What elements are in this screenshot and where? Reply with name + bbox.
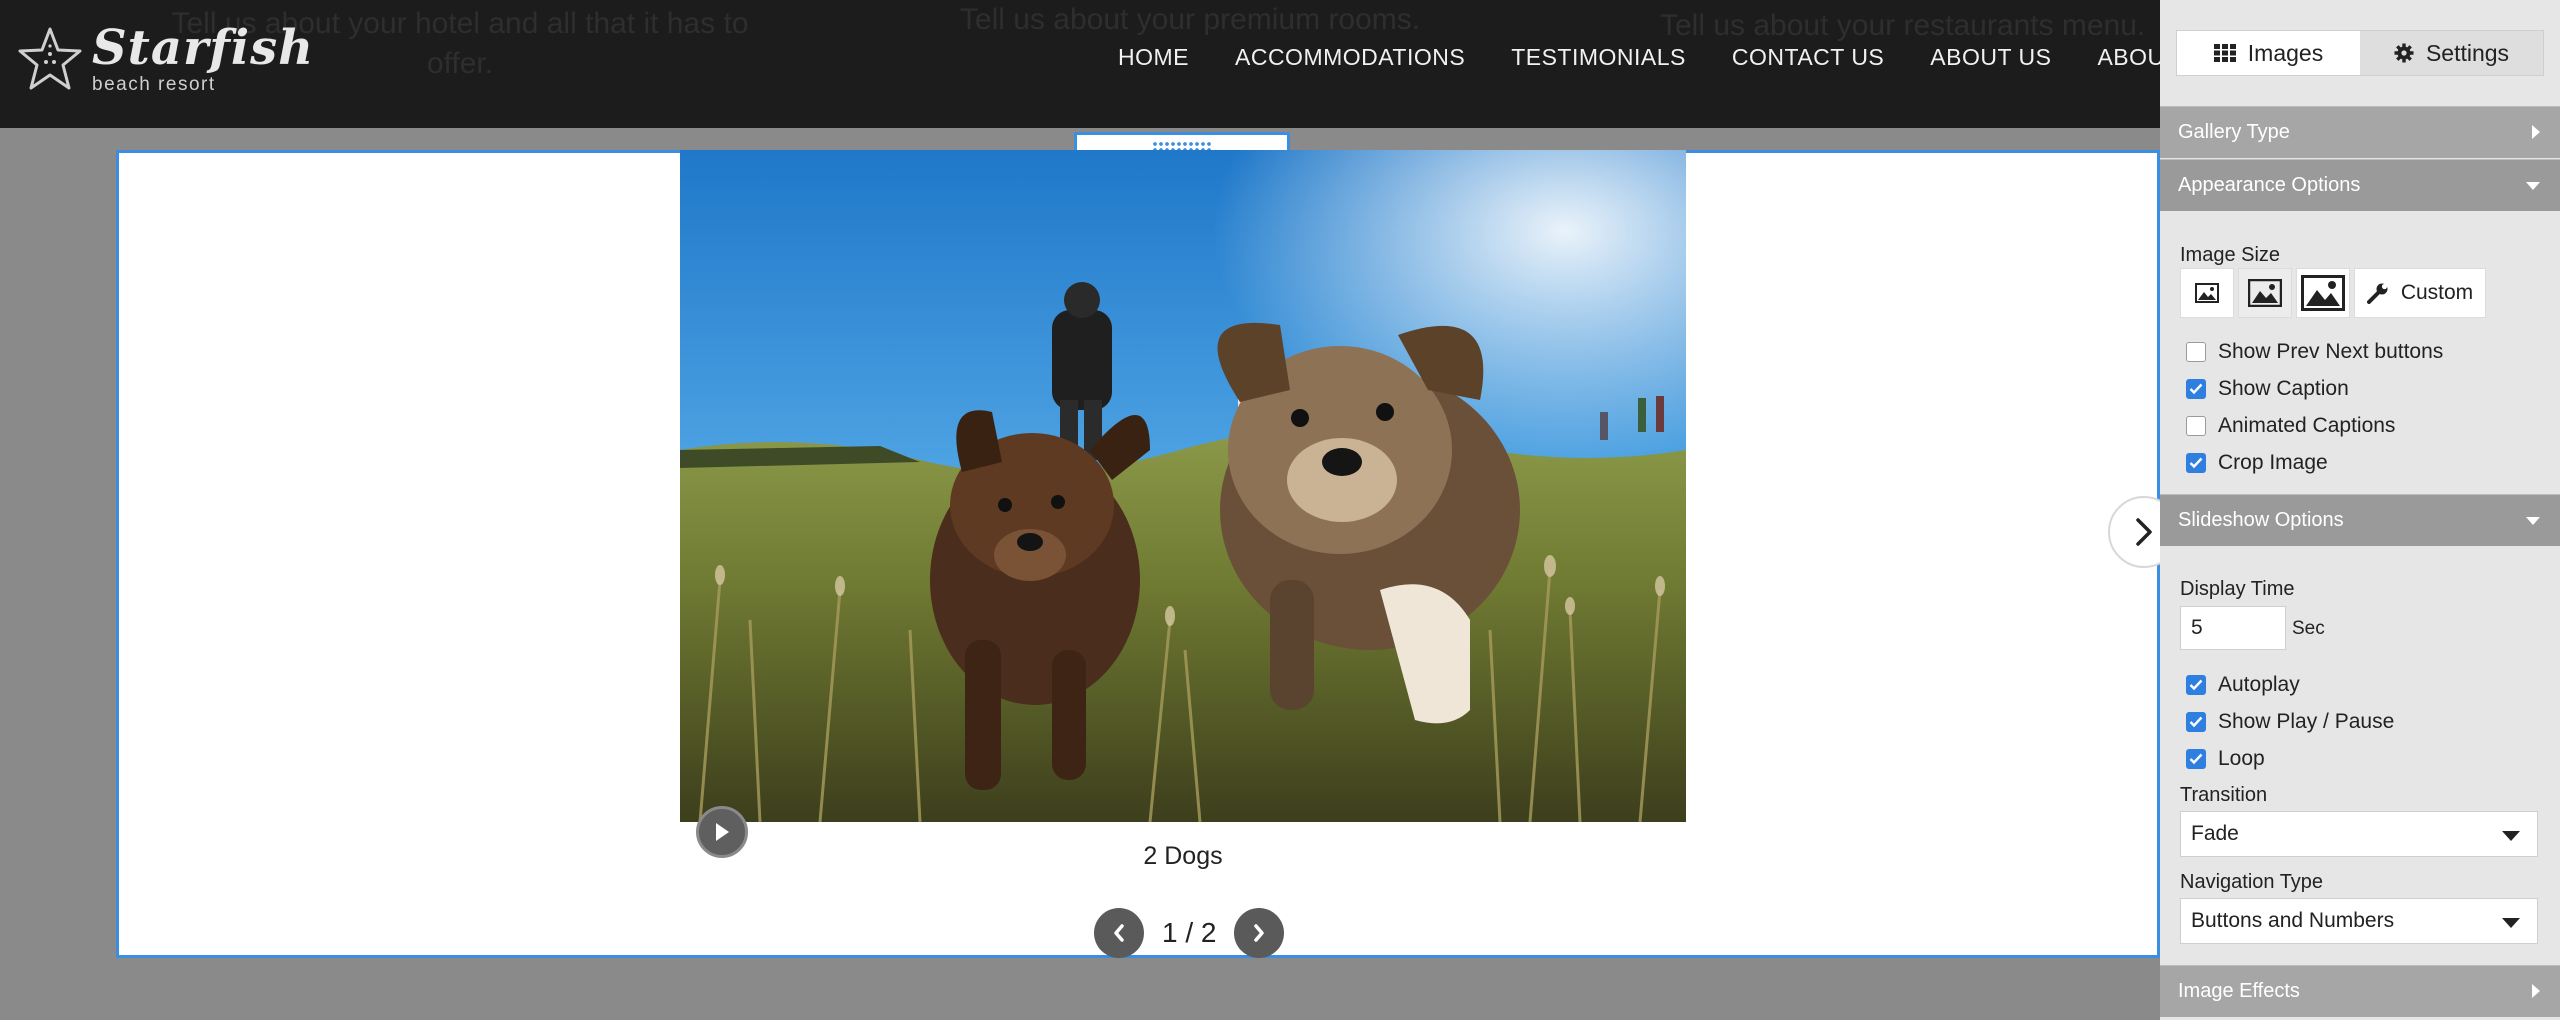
image-size-selector: Custom	[2180, 268, 2486, 318]
display-time-unit: Sec	[2292, 618, 2325, 639]
option-animated-captions-label: Animated Captions	[2218, 414, 2396, 437]
image-size-large-button[interactable]	[2296, 268, 2350, 318]
checkmark-icon	[2189, 679, 2203, 691]
nav-about-us-2[interactable]: ABOUT US	[2097, 44, 2160, 71]
option-animated-captions[interactable]: Animated Captions	[2186, 414, 2395, 438]
tab-settings[interactable]: Settings	[2360, 31, 2543, 75]
image-small-icon	[2195, 283, 2219, 303]
nav-home[interactable]: HOME	[1118, 44, 1189, 71]
nav-contact-us[interactable]: CONTACT US	[1732, 44, 1884, 71]
dropdown-arrow-icon	[2502, 918, 2520, 928]
option-show-play-pause-label: Show Play / Pause	[2218, 710, 2395, 733]
checkbox-checked[interactable]	[2186, 379, 2206, 399]
option-show-caption-label: Show Caption	[2218, 377, 2349, 400]
option-loop[interactable]: Loop	[2186, 747, 2265, 771]
navigation-type-value: Buttons and Numbers	[2191, 909, 2395, 932]
logo-tagline: beach resort	[92, 74, 216, 95]
checkbox-checked[interactable]	[2186, 675, 2206, 695]
checkmark-icon	[2189, 753, 2203, 765]
tab-images-label: Images	[2247, 39, 2324, 66]
checkmark-icon	[2189, 383, 2203, 395]
page-indicator: 1 / 2	[1162, 917, 1217, 948]
image-medium-icon	[2248, 279, 2282, 307]
gear-icon	[2394, 43, 2414, 63]
tab-settings-label: Settings	[2425, 39, 2510, 66]
image-size-label: Image Size	[2180, 244, 2281, 266]
next-page-button[interactable]	[1234, 908, 1285, 958]
option-crop-image[interactable]: Crop Image	[2186, 451, 2328, 475]
section-gallery-type[interactable]: Gallery Type	[2160, 106, 2560, 158]
option-show-play-pause[interactable]: Show Play / Pause	[2186, 710, 2394, 734]
chevron-right-icon	[1254, 924, 1265, 942]
previous-slide-button[interactable]	[1094, 908, 1144, 958]
display-time-input[interactable]	[2180, 606, 2286, 650]
image-size-custom-label: Custom	[2400, 281, 2474, 304]
gallery-settings-panel: Images Settings Gallery Type Appearance …	[2160, 0, 2560, 1020]
section-image-effects-label: Image Effects	[2178, 980, 2300, 1002]
section-appearance-label: Appearance Options	[2178, 174, 2361, 196]
option-show-caption[interactable]: Show Caption	[2186, 377, 2349, 401]
chevron-left-icon	[1114, 924, 1124, 942]
option-show-prev-next-label: Show Prev Next buttons	[2218, 340, 2444, 363]
image-size-medium-button[interactable]	[2238, 268, 2292, 318]
slide-pager: 1 / 2	[1094, 908, 1285, 958]
option-loop-label: Loop	[2218, 747, 2265, 770]
background-text-rooms: Tell us about your premium rooms.	[959, 3, 1421, 36]
checkbox-checked[interactable]	[2186, 749, 2206, 769]
caret-down-icon	[2526, 517, 2540, 525]
site-logo[interactable]: Starfish beach resort	[18, 20, 313, 100]
play-icon	[716, 823, 729, 841]
section-image-effects[interactable]: Image Effects	[2160, 965, 2560, 1017]
image-large-icon	[2301, 275, 2345, 311]
caret-right-icon	[2532, 984, 2540, 998]
option-autoplay-label: Autoplay	[2218, 673, 2300, 696]
wrench-icon	[2366, 283, 2388, 304]
main-nav: HOME ACCOMMODATIONS TESTIMONIALS CONTACT…	[1118, 44, 2160, 71]
chevron-right-icon	[2136, 518, 2152, 546]
navigation-type-select[interactable]: Buttons and Numbers	[2180, 898, 2538, 944]
nav-testimonials[interactable]: TESTIMONIALS	[1511, 44, 1686, 71]
option-crop-image-label: Crop Image	[2218, 451, 2328, 474]
transition-label: Transition	[2180, 784, 2268, 806]
nav-accommodations[interactable]: ACCOMMODATIONS	[1235, 44, 1465, 71]
caret-down-icon	[2526, 182, 2540, 190]
site-header: Tell us about your hotel and all that it…	[0, 0, 2160, 128]
dropdown-arrow-icon	[2502, 831, 2520, 841]
starfish-icon	[18, 27, 82, 90]
transition-value: Fade	[2191, 822, 2239, 845]
slide-image[interactable]	[680, 150, 1686, 822]
grid-icon	[2213, 44, 2236, 62]
display-time-label: Display Time	[2180, 578, 2295, 600]
transition-select[interactable]: Fade	[2180, 811, 2538, 857]
section-slideshow-options[interactable]: Slideshow Options	[2160, 494, 2560, 546]
checkmark-icon	[2189, 457, 2203, 469]
image-size-small-button[interactable]	[2180, 268, 2234, 318]
option-autoplay[interactable]: Autoplay	[2186, 673, 2300, 697]
tab-images[interactable]: Images	[2177, 31, 2360, 75]
checkbox-checked[interactable]	[2186, 712, 2206, 732]
slide-caption: 2 Dogs	[1143, 842, 1223, 870]
image-size-custom-button[interactable]: Custom	[2354, 268, 2486, 318]
background-text-restaurants: Tell us about your restaurants menu.	[1660, 9, 2146, 42]
section-slideshow-label: Slideshow Options	[2178, 509, 2344, 531]
caret-right-icon	[2532, 125, 2540, 139]
section-appearance-options[interactable]: Appearance Options	[2160, 159, 2560, 211]
checkbox-unchecked[interactable]	[2186, 342, 2206, 362]
checkbox-unchecked[interactable]	[2186, 416, 2206, 436]
checkbox-checked[interactable]	[2186, 453, 2206, 473]
option-show-prev-next[interactable]: Show Prev Next buttons	[2186, 340, 2443, 364]
logo-name: Starfish	[92, 20, 315, 76]
navigation-type-label: Navigation Type	[2180, 871, 2324, 893]
panel-tabs: Images Settings	[2176, 30, 2544, 76]
checkmark-icon	[2189, 716, 2203, 728]
nav-about-us[interactable]: ABOUT US	[1930, 44, 2051, 71]
section-gallery-type-label: Gallery Type	[2178, 121, 2290, 143]
